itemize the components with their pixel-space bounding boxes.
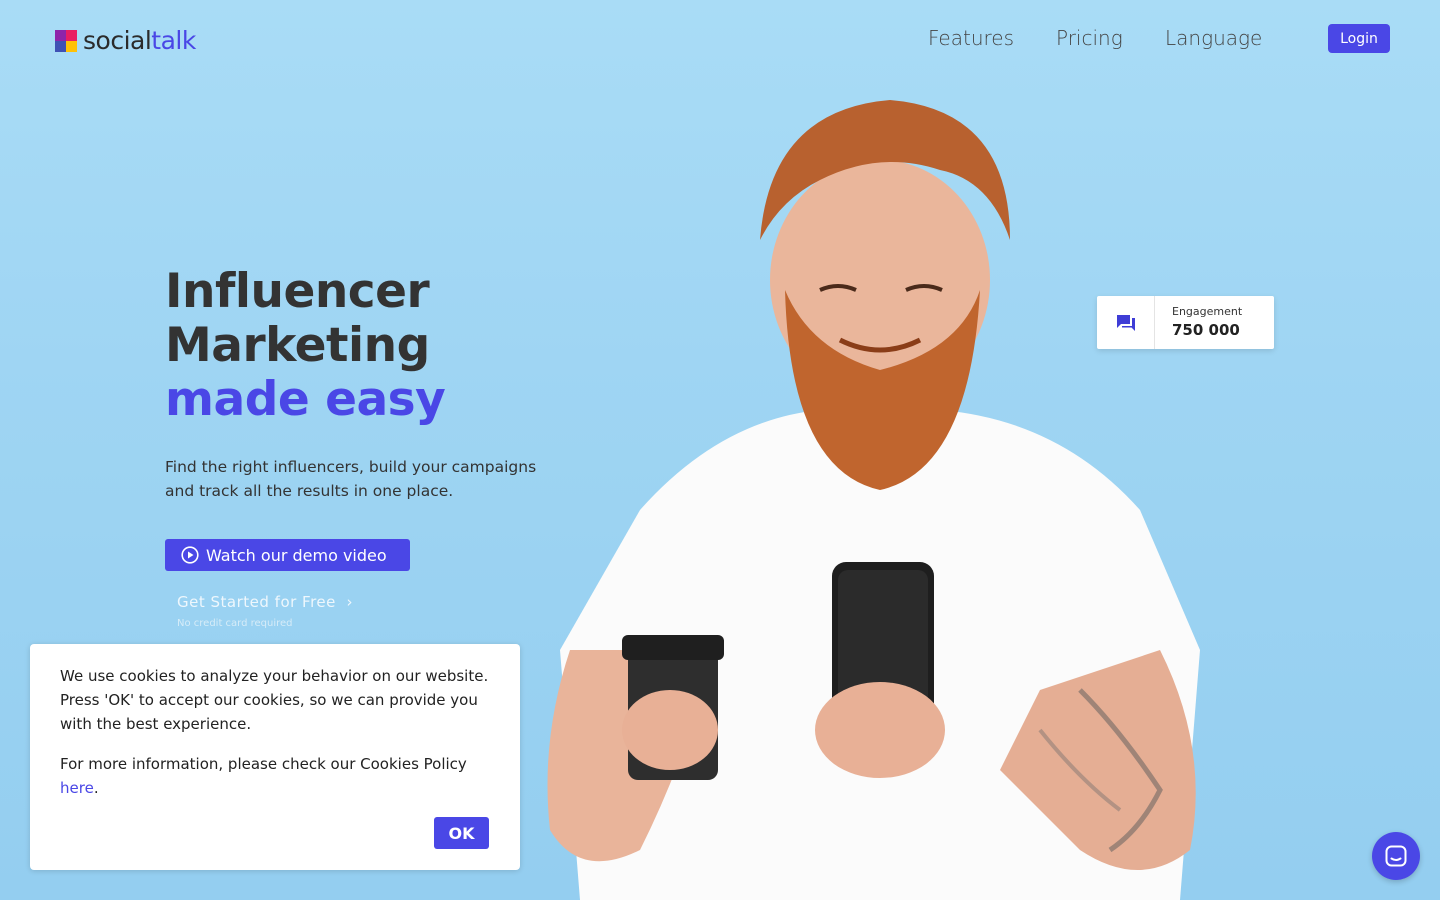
nav-language-link[interactable]: Language bbox=[1165, 26, 1262, 50]
logo-text-talk: talk bbox=[151, 26, 196, 55]
cookie-policy-suffix: . bbox=[93, 779, 99, 797]
engagement-card: Engagement 750 000 bbox=[1097, 296, 1274, 349]
cookie-text: We use cookies to analyze your behavior … bbox=[60, 667, 489, 733]
nav-features-link[interactable]: Features bbox=[928, 26, 1014, 50]
watch-demo-label: Watch our demo video bbox=[206, 545, 387, 565]
hero-title-line1: Influencer bbox=[165, 264, 430, 319]
engagement-value: 750 000 bbox=[1172, 321, 1240, 339]
hero-title: Influencer Marketing made easy bbox=[165, 264, 446, 427]
logo-mark-icon bbox=[55, 29, 77, 52]
get-started-link[interactable]: Get Started for Free › bbox=[177, 593, 353, 611]
hero-person-image bbox=[547, 100, 1200, 900]
no-credit-card-note: No credit card required bbox=[177, 618, 293, 629]
chat-icon bbox=[1385, 845, 1407, 867]
cookie-banner: We use cookies to analyze your behavior … bbox=[30, 644, 520, 870]
watch-demo-button[interactable]: Watch our demo video bbox=[165, 539, 410, 571]
chevron-right-icon: › bbox=[346, 593, 353, 611]
hero-title-line3: made easy bbox=[165, 372, 446, 427]
cookie-policy-link[interactable]: here bbox=[60, 779, 94, 797]
logo-text-social: social bbox=[83, 26, 152, 55]
hero-subtitle: Find the right influencers, build your c… bbox=[165, 458, 537, 500]
engagement-label: Engagement bbox=[1172, 305, 1243, 318]
cookie-policy-text: For more information, please check our C… bbox=[60, 752, 490, 800]
cookie-policy-prefix: For more information, please check our C… bbox=[60, 755, 467, 773]
nav-pricing-link[interactable]: Pricing bbox=[1056, 26, 1123, 50]
logo-text: socialtalk bbox=[83, 26, 196, 55]
login-button[interactable]: Login bbox=[1328, 24, 1390, 53]
chat-bubbles-icon bbox=[1097, 296, 1155, 349]
chat-launcher-button[interactable] bbox=[1372, 832, 1420, 880]
hero-title-line2: Marketing bbox=[165, 318, 430, 373]
logo[interactable]: socialtalk bbox=[55, 26, 196, 55]
cookie-ok-button[interactable]: OK bbox=[434, 817, 489, 849]
play-circle-icon bbox=[181, 546, 199, 564]
top-navigation: socialtalk Features Pricing Language Log… bbox=[0, 0, 1440, 80]
get-started-label: Get Started for Free bbox=[177, 593, 336, 611]
